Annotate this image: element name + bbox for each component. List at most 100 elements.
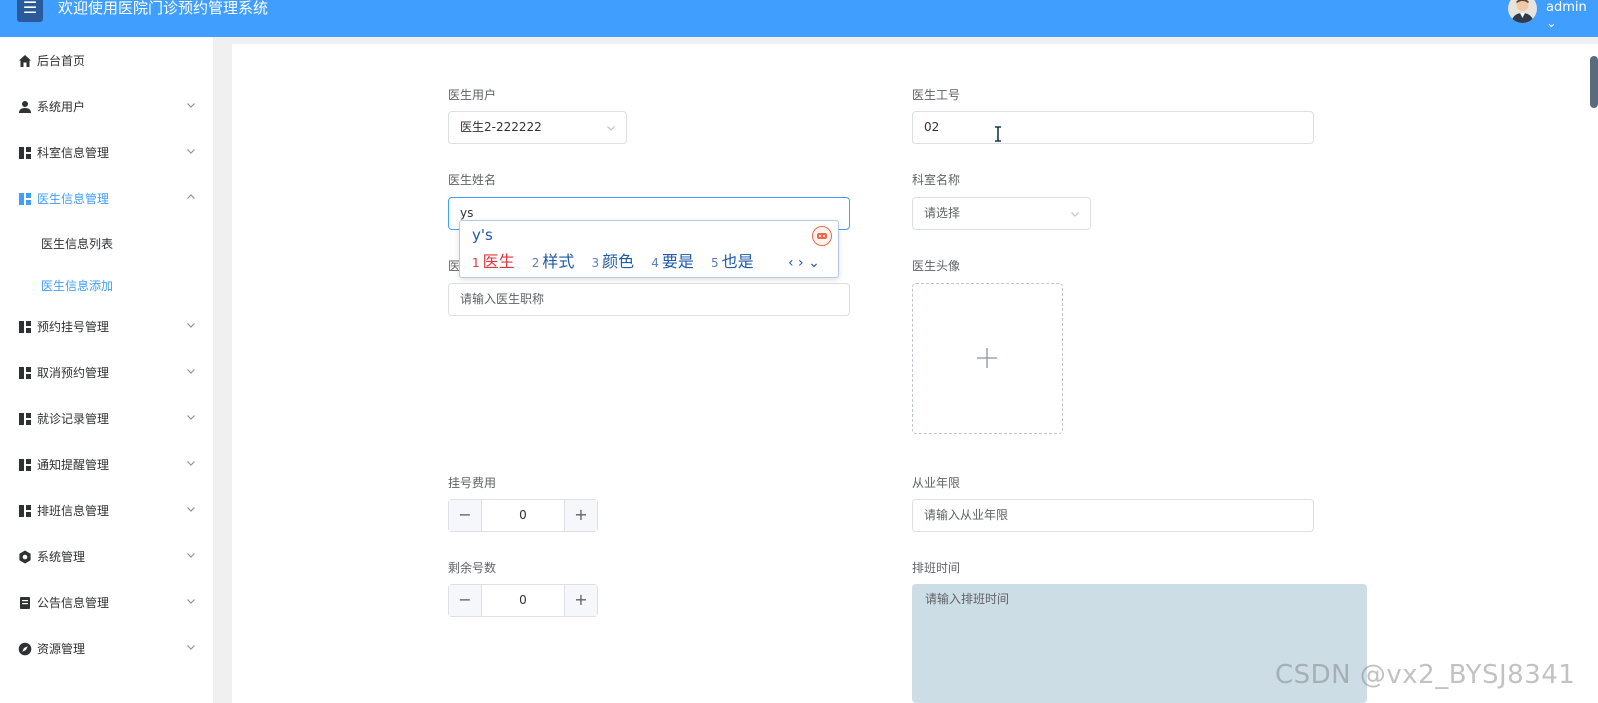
ime-candidate[interactable]: 2 样式 xyxy=(532,251,575,274)
sidebar-item-label: 就诊记录管理 xyxy=(37,412,110,426)
top-header: ☰ 欢迎使用医院门诊预约管理系统 admin ⌄ xyxy=(0,0,1598,37)
avatar-label: 医生头像 xyxy=(912,259,961,273)
fee-value[interactable]: 0 xyxy=(482,500,564,531)
gear-icon xyxy=(19,550,31,564)
grid-icon xyxy=(19,193,31,205)
text-cursor-icon xyxy=(995,126,1001,142)
doctor-name-value: ys xyxy=(460,206,474,220)
ime-logo-icon xyxy=(812,226,832,246)
document-icon xyxy=(20,597,30,609)
sidebar-item-resources[interactable]: 资源管理 xyxy=(0,629,213,669)
sidebar-item-label: 后台首页 xyxy=(37,54,86,68)
scrollbar-thumb[interactable] xyxy=(1590,56,1598,108)
remaining-value[interactable]: 0 xyxy=(482,585,564,616)
ime-page-nav[interactable]: ‹ › ⌄ xyxy=(788,255,820,271)
sidebar-item-visit-records[interactable]: 就诊记录管理 xyxy=(0,399,213,439)
years-input[interactable]: 请输入从业年限 xyxy=(912,499,1314,532)
system-title: 欢迎使用医院门诊预约管理系统 xyxy=(58,0,269,17)
watermark-text: CSDN @vx2_BYSJ8341 xyxy=(1275,660,1576,690)
fee-decrease-button[interactable]: − xyxy=(449,500,482,531)
sidebar-item-notifications[interactable]: 通知提醒管理 xyxy=(0,445,213,485)
menu-toggle-button[interactable]: ☰ xyxy=(17,0,43,22)
chevron-down-icon: ⌄ xyxy=(1546,16,1557,31)
avatar[interactable] xyxy=(1508,0,1537,23)
sidebar-subitem-doctor-add[interactable]: 医生信息添加 xyxy=(0,268,213,304)
doctor-id-input[interactable]: 02 xyxy=(912,111,1314,144)
grid-icon xyxy=(19,505,31,517)
user-name-label: admin xyxy=(1546,0,1587,15)
chevron-down-icon xyxy=(187,507,195,512)
sidebar-subitem-label: 医生信息添加 xyxy=(41,279,114,293)
doctor-id-label: 医生工号 xyxy=(912,88,961,102)
years-placeholder: 请输入从业年限 xyxy=(924,508,1009,522)
user-menu[interactable]: admin ⌄ xyxy=(1546,0,1598,32)
home-icon xyxy=(19,55,31,67)
chevron-down-icon xyxy=(187,369,195,374)
sidebar-item-label: 通知提醒管理 xyxy=(37,458,110,472)
schedule-placeholder: 请输入排班时间 xyxy=(925,592,1010,606)
remaining-label: 剩余号数 xyxy=(448,561,497,575)
sidebar-item-label: 科室信息管理 xyxy=(37,146,110,160)
ime-composition: y's xyxy=(472,226,493,244)
user-avatar-icon xyxy=(1511,0,1534,23)
department-select[interactable]: 请选择 xyxy=(912,197,1091,230)
chevron-down-icon xyxy=(187,599,195,604)
ime-candidate-popup: y's 1 医生 2 样式 3 颜色 4 要是 5 也是 ‹ › ⌄ xyxy=(459,220,839,278)
grid-icon xyxy=(19,367,31,379)
sidebar-item-appointment[interactable]: 预约挂号管理 xyxy=(0,307,213,347)
sidebar-item-system-users[interactable]: 系统用户 xyxy=(0,87,213,127)
doctor-user-select[interactable]: 医生2-222222 xyxy=(448,111,627,144)
ime-candidate[interactable]: 3 颜色 xyxy=(592,251,635,274)
department-label: 科室名称 xyxy=(912,173,961,187)
sidebar-item-doctor[interactable]: 医生信息管理 xyxy=(0,179,213,219)
chevron-down-icon xyxy=(187,645,195,650)
years-label: 从业年限 xyxy=(912,476,961,490)
sidebar-subitem-label: 医生信息列表 xyxy=(41,237,114,251)
chevron-down-icon xyxy=(187,103,195,108)
avatar-upload[interactable] xyxy=(912,283,1063,434)
sidebar-item-announcements[interactable]: 公告信息管理 xyxy=(0,583,213,623)
grid-icon xyxy=(19,413,31,425)
chevron-down-icon xyxy=(187,415,195,420)
grid-icon xyxy=(19,459,31,471)
ime-candidate[interactable]: 4 要是 xyxy=(651,251,694,274)
sidebar-item-label: 排班信息管理 xyxy=(37,504,110,518)
sidebar-item-department[interactable]: 科室信息管理 xyxy=(0,133,213,173)
ime-candidate-list: 1 医生 2 样式 3 颜色 4 要是 5 也是 xyxy=(472,251,766,274)
sidebar: 后台首页 系统用户 科室信息管理 医生信息管理 医生信息列表 医生信息添加 预约… xyxy=(0,37,213,703)
schedule-label: 排班时间 xyxy=(912,561,961,575)
sidebar-item-schedule[interactable]: 排班信息管理 xyxy=(0,491,213,531)
chevron-down-icon xyxy=(607,126,615,131)
fee-increase-button[interactable]: + xyxy=(564,500,597,531)
doctor-user-label: 医生用户 xyxy=(448,88,497,102)
sidebar-item-system-management[interactable]: 系统管理 xyxy=(0,537,213,577)
fee-label: 挂号费用 xyxy=(448,476,497,490)
sidebar-item-label: 系统管理 xyxy=(37,550,86,564)
user-icon xyxy=(19,101,31,113)
sidebar-item-label: 系统用户 xyxy=(37,100,86,114)
chevron-down-icon xyxy=(187,323,195,328)
doctor-title-input[interactable]: 请输入医生职称 xyxy=(448,283,850,316)
doctor-user-value: 医生2-222222 xyxy=(460,120,542,134)
fee-stepper[interactable]: − 0 + xyxy=(448,499,598,532)
remaining-stepper[interactable]: − 0 + xyxy=(448,584,598,617)
sidebar-item-label: 预约挂号管理 xyxy=(37,320,110,334)
sidebar-item-label: 公告信息管理 xyxy=(37,596,110,610)
chevron-down-icon xyxy=(1071,212,1079,217)
doctor-name-label: 医生姓名 xyxy=(448,173,497,187)
grid-icon xyxy=(19,321,31,333)
remaining-increase-button[interactable]: + xyxy=(564,585,597,616)
chevron-down-icon xyxy=(187,149,195,154)
ime-candidate[interactable]: 1 医生 xyxy=(472,251,515,274)
grid-icon xyxy=(19,147,31,159)
doctor-id-value: 02 xyxy=(924,120,940,134)
sidebar-item-label: 医生信息管理 xyxy=(37,192,110,206)
ime-candidate[interactable]: 5 也是 xyxy=(711,251,754,274)
sidebar-item-label: 资源管理 xyxy=(37,642,86,656)
sidebar-subitem-doctor-list[interactable]: 医生信息列表 xyxy=(0,226,213,262)
sidebar-item-home[interactable]: 后台首页 xyxy=(0,41,213,81)
doctor-title-placeholder: 请输入医生职称 xyxy=(460,292,545,306)
chevron-up-icon xyxy=(187,194,195,199)
sidebar-item-cancel[interactable]: 取消预约管理 xyxy=(0,353,213,393)
remaining-decrease-button[interactable]: − xyxy=(449,585,482,616)
